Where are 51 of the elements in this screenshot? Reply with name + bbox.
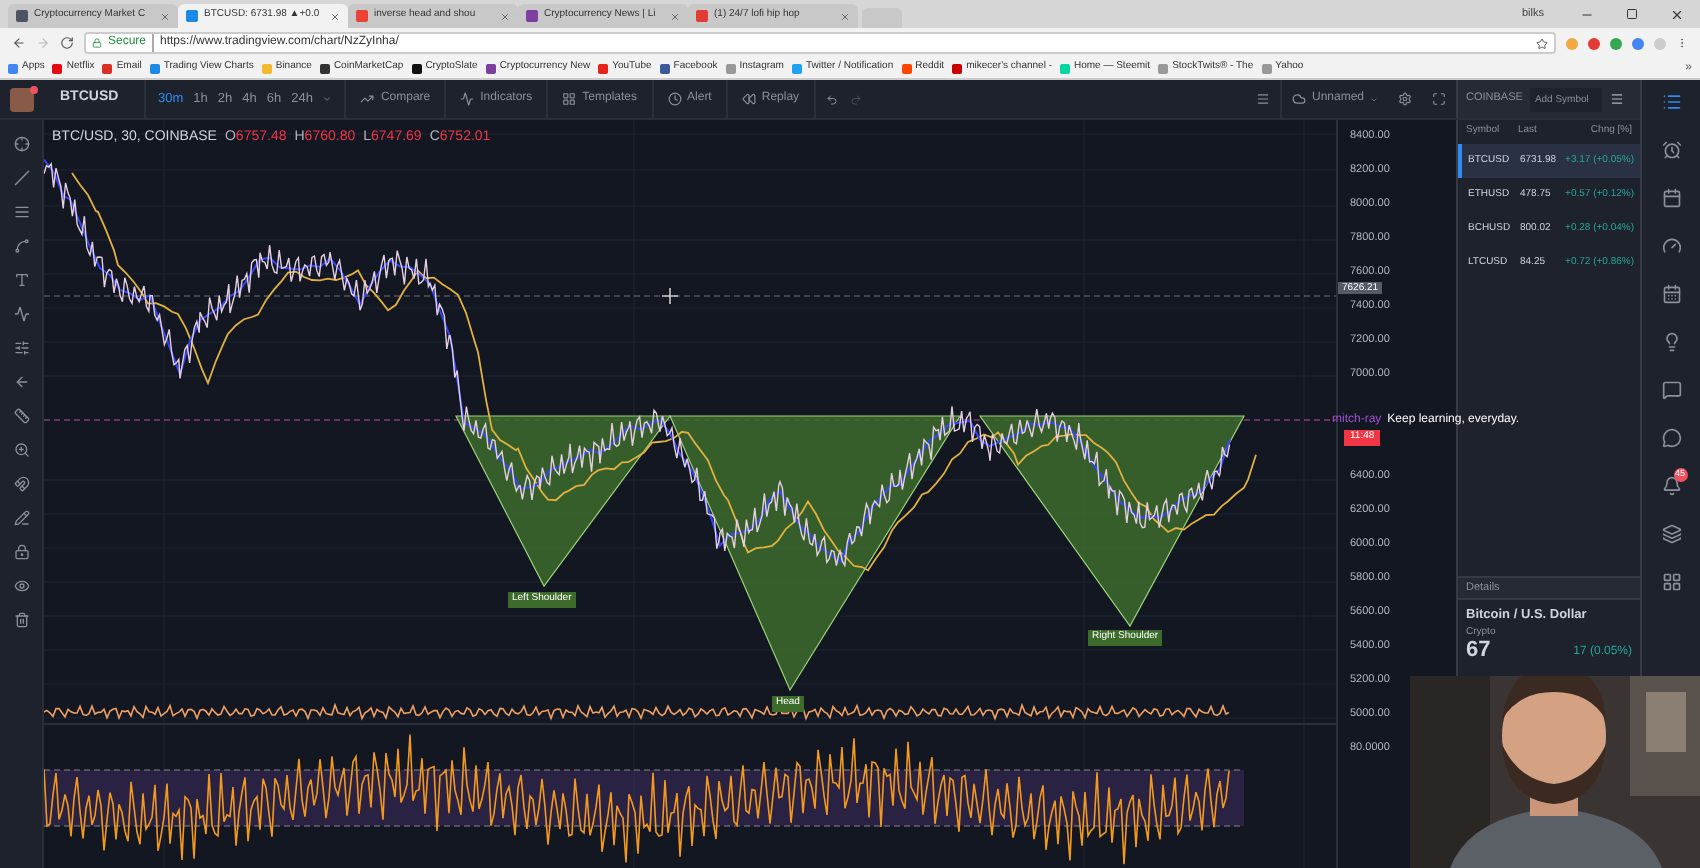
trash-icon[interactable] <box>13 612 29 628</box>
chat-icon[interactable] <box>1661 428 1681 448</box>
grid-icon[interactable] <box>1661 572 1681 592</box>
cloud-icon <box>1291 92 1306 106</box>
tab-favicon-icon <box>356 10 368 22</box>
replay-icon <box>741 92 756 106</box>
settings-icon[interactable] <box>1398 92 1412 106</box>
chat-icon[interactable] <box>1661 380 1681 400</box>
magnet-icon[interactable] <box>13 476 29 492</box>
pattern-triangle[interactable] <box>978 415 1245 628</box>
zoom-icon[interactable] <box>13 442 29 458</box>
pencil-icon[interactable] <box>13 510 29 526</box>
compare-icon <box>360 92 375 106</box>
gauge-icon[interactable] <box>1661 236 1681 256</box>
layers-icon[interactable] <box>1661 524 1681 544</box>
caret-icon[interactable] <box>322 94 333 104</box>
restore-icon[interactable] <box>1626 8 1638 20</box>
arrow-left-icon[interactable] <box>13 374 29 390</box>
indicators-icon <box>460 92 475 106</box>
tab-favicon-icon <box>526 10 538 22</box>
tab-favicon-icon <box>16 10 28 22</box>
ruler-icon[interactable] <box>13 408 29 424</box>
eye-icon[interactable] <box>13 578 29 594</box>
pattern-triangle[interactable] <box>455 415 672 588</box>
alarm-clock-icon[interactable] <box>1661 140 1681 160</box>
close-icon[interactable] <box>1670 7 1684 21</box>
tab-favicon-icon <box>696 10 708 22</box>
line-icon[interactable] <box>13 170 29 186</box>
bell-icon[interactable] <box>1661 476 1681 496</box>
text-icon[interactable] <box>13 272 29 288</box>
lock-icon <box>92 38 102 48</box>
back-icon[interactable] <box>12 36 26 50</box>
avatar[interactable] <box>10 87 34 111</box>
sliders-icon[interactable] <box>13 340 29 356</box>
undo-icon[interactable] <box>825 93 838 105</box>
calendar-icon[interactable] <box>1661 188 1681 208</box>
star-icon[interactable] <box>1536 37 1548 49</box>
lines-icon[interactable] <box>13 204 29 220</box>
calendar-icon[interactable] <box>1661 284 1681 304</box>
lightbulb-icon[interactable] <box>1661 332 1681 352</box>
menu-icon[interactable] <box>1255 92 1270 106</box>
price-value: 67 <box>1466 640 1491 663</box>
menu-icon[interactable] <box>1610 92 1625 106</box>
crosshair-icon[interactable] <box>13 136 29 152</box>
tab-favicon-icon <box>186 10 198 22</box>
curve-icon[interactable] <box>13 238 29 254</box>
lock-icon[interactable] <box>13 544 29 560</box>
cursor-icon <box>661 287 679 305</box>
reload-icon[interactable] <box>60 36 74 50</box>
wave-icon[interactable] <box>13 306 29 322</box>
fullscreen-icon[interactable] <box>1432 92 1446 106</box>
